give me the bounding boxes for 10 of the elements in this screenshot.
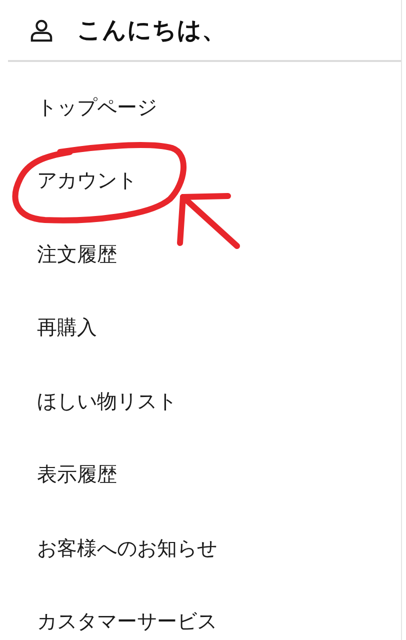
user-icon [30,18,53,42]
menu-item[interactable]: お客様へのお知らせ [37,532,217,563]
menu-item[interactable]: 表示履歴 [37,459,117,490]
menu-item[interactable]: トップページ [37,92,157,122]
menu-item[interactable]: 再購入 [37,312,97,342]
menu-item[interactable]: ほしい物リスト [37,386,177,416]
menu-item[interactable]: アカウント [37,165,137,196]
menu-item[interactable]: 注文履歴 [37,238,117,269]
menu-item[interactable]: カスタマーサービス [37,606,217,636]
greeting-text: こんにちは、 [77,15,226,46]
